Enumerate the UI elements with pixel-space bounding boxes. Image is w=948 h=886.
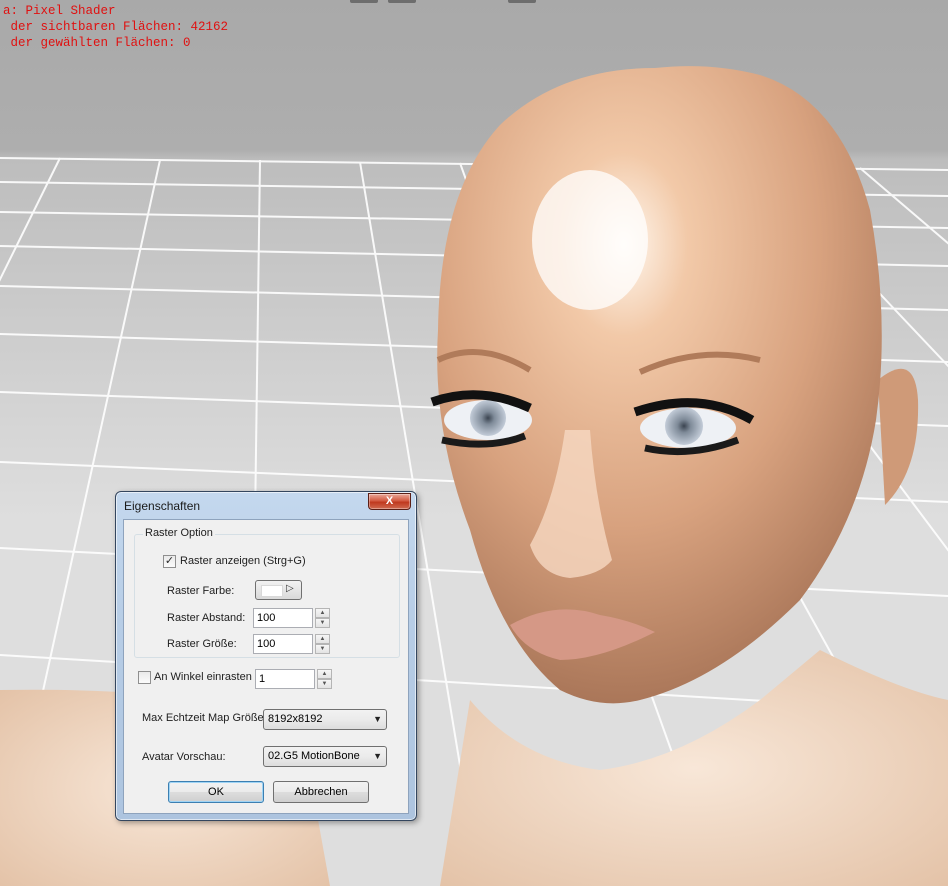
- triangle-right-icon: ▷: [286, 583, 294, 594]
- avatar-preview-select[interactable]: 02.G5 MotionBone ▼: [263, 746, 387, 767]
- toolbar-stub-middle: [388, 0, 416, 3]
- max-map-size-value: 8192x8192: [268, 713, 323, 725]
- raster-option-legend: Raster Option: [143, 527, 215, 539]
- ok-button[interactable]: OK: [168, 781, 264, 803]
- overlay-visible-faces: der sichtbaren Flächen: 42162: [3, 20, 229, 34]
- avatar-preview-label: Avatar Vorschau:: [142, 751, 226, 763]
- snap-angle-spinner[interactable]: ▲ ▼: [317, 669, 332, 689]
- toolbar-stub-right: [508, 0, 536, 3]
- grid-color-swatch: [261, 585, 283, 597]
- show-grid-checkbox[interactable]: ✓: [163, 555, 176, 568]
- checkmark-icon: ✓: [164, 555, 175, 567]
- spin-up-icon[interactable]: ▲: [315, 608, 330, 618]
- grid-spacing-input[interactable]: [253, 608, 313, 628]
- chevron-down-icon: ▼: [373, 714, 382, 724]
- grid-size-input[interactable]: [253, 634, 313, 654]
- snap-angle-checkbox[interactable]: [138, 671, 151, 684]
- spin-up-icon[interactable]: ▲: [315, 634, 330, 644]
- grid-color-label: Raster Farbe:: [167, 585, 235, 597]
- max-map-size-label: Max Echtzeit Map Größe:: [142, 712, 267, 724]
- spin-down-icon[interactable]: ▼: [315, 644, 330, 654]
- snap-angle-label: An Winkel einrasten: [154, 671, 252, 683]
- grid-color-button[interactable]: ▷: [255, 580, 302, 600]
- grid-size-label: Raster Größe:: [167, 638, 237, 650]
- properties-dialog: Eigenschaften X Raster Option ✓ Raster a…: [115, 491, 417, 821]
- chevron-down-icon: ▼: [373, 751, 382, 761]
- spin-down-icon[interactable]: ▼: [315, 618, 330, 628]
- close-button[interactable]: X: [368, 493, 411, 510]
- spin-up-icon[interactable]: ▲: [317, 669, 332, 679]
- close-icon: X: [385, 495, 394, 507]
- overlay-render-mode: a: Pixel Shader: [3, 4, 116, 18]
- toolbar-stub-left: [350, 0, 378, 3]
- grid-spacing-label: Raster Abstand:: [167, 612, 246, 624]
- dialog-client-area: Raster Option ✓ Raster anzeigen (Strg+G)…: [123, 519, 409, 814]
- snap-angle-input[interactable]: [255, 669, 315, 689]
- overlay-selected-faces: der gewählten Flächen: 0: [3, 36, 191, 50]
- avatar-preview-value: 02.G5 MotionBone: [268, 750, 360, 762]
- grid-size-spinner[interactable]: ▲ ▼: [315, 634, 330, 654]
- raster-option-group: Raster Option ✓ Raster anzeigen (Strg+G)…: [134, 527, 400, 658]
- max-map-size-select[interactable]: 8192x8192 ▼: [263, 709, 387, 730]
- grid-spacing-spinner[interactable]: ▲ ▼: [315, 608, 330, 628]
- show-grid-label: Raster anzeigen (Strg+G): [180, 555, 306, 567]
- dialog-title: Eigenschaften: [124, 499, 201, 513]
- cancel-button[interactable]: Abbrechen: [273, 781, 369, 803]
- spin-down-icon[interactable]: ▼: [317, 679, 332, 689]
